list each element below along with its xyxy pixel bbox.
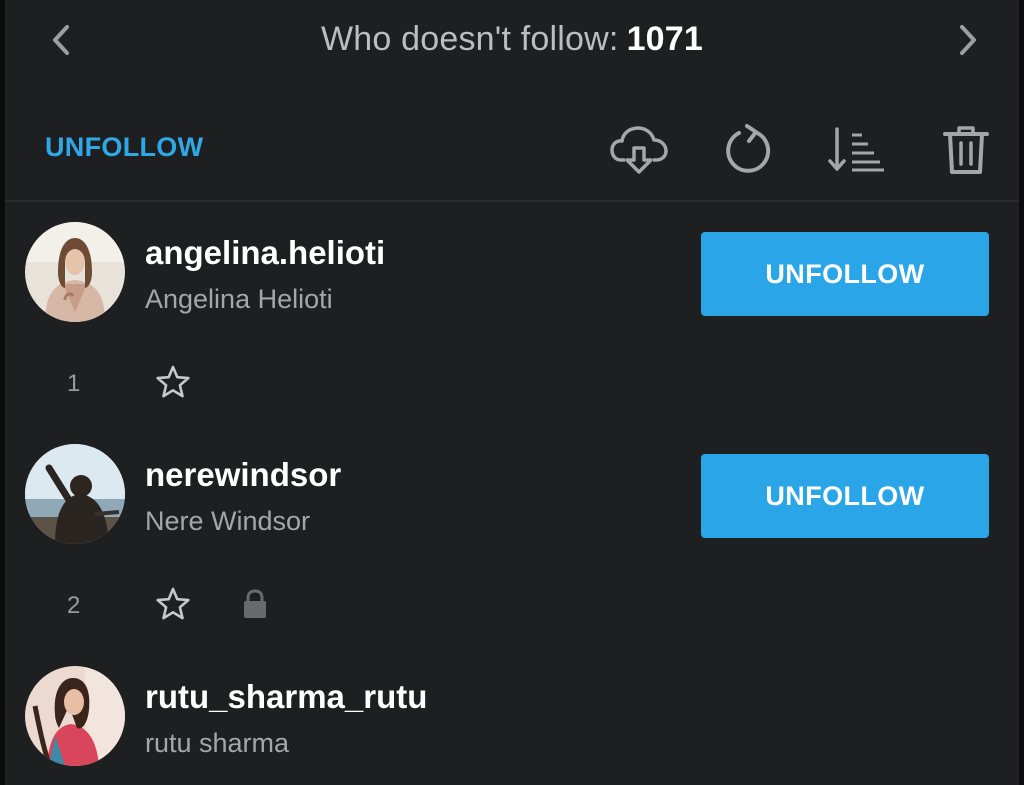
list-item: rutu_sharma_rutu rutu sharma [5, 666, 1019, 785]
sort-icon[interactable] [825, 120, 889, 180]
cloud-download-icon[interactable] [607, 120, 671, 180]
toolbar-divider [5, 200, 1019, 202]
username[interactable]: rutu_sharma_rutu [145, 678, 427, 716]
full-name: rutu sharma [145, 728, 290, 758]
chevron-right-icon[interactable] [948, 20, 988, 60]
unfollow-button[interactable]: UNFOLLOW [701, 454, 989, 538]
full-name: Nere Windsor [145, 506, 311, 536]
app-screen: Who doesn't follow: 1071 UNFOLLOW angeli… [5, 0, 1019, 785]
not-following-count: 1071 [626, 20, 703, 58]
star-icon[interactable] [155, 364, 191, 400]
full-name: Angelina Helioti [145, 284, 333, 314]
title-text: Who doesn't follow: [321, 20, 619, 58]
lock-icon [244, 589, 266, 618]
username[interactable]: nerewindsor [145, 456, 341, 494]
toolbar: UNFOLLOW [5, 112, 1019, 188]
unfollow-button[interactable]: UNFOLLOW [701, 232, 989, 316]
item-meta: 1 [5, 364, 405, 404]
avatar[interactable] [25, 222, 125, 322]
refresh-icon[interactable] [716, 120, 780, 180]
avatar[interactable] [25, 666, 125, 766]
page-title: Who doesn't follow: 1071 [5, 20, 1019, 59]
list-item: angelina.helioti Angelina Helioti UNFOLL… [5, 222, 1019, 422]
trash-icon[interactable] [934, 120, 998, 180]
list-item: nerewindsor Nere Windsor UNFOLLOW 2 [5, 444, 1019, 644]
tab-unfollow[interactable]: UNFOLLOW [45, 132, 203, 163]
username[interactable]: angelina.helioti [145, 234, 385, 272]
item-index: 2 [67, 592, 81, 619]
item-meta: 2 [5, 586, 405, 626]
avatar[interactable] [25, 444, 125, 544]
star-icon[interactable] [155, 586, 191, 622]
item-index: 1 [67, 370, 81, 397]
header: Who doesn't follow: 1071 [5, 0, 1019, 82]
